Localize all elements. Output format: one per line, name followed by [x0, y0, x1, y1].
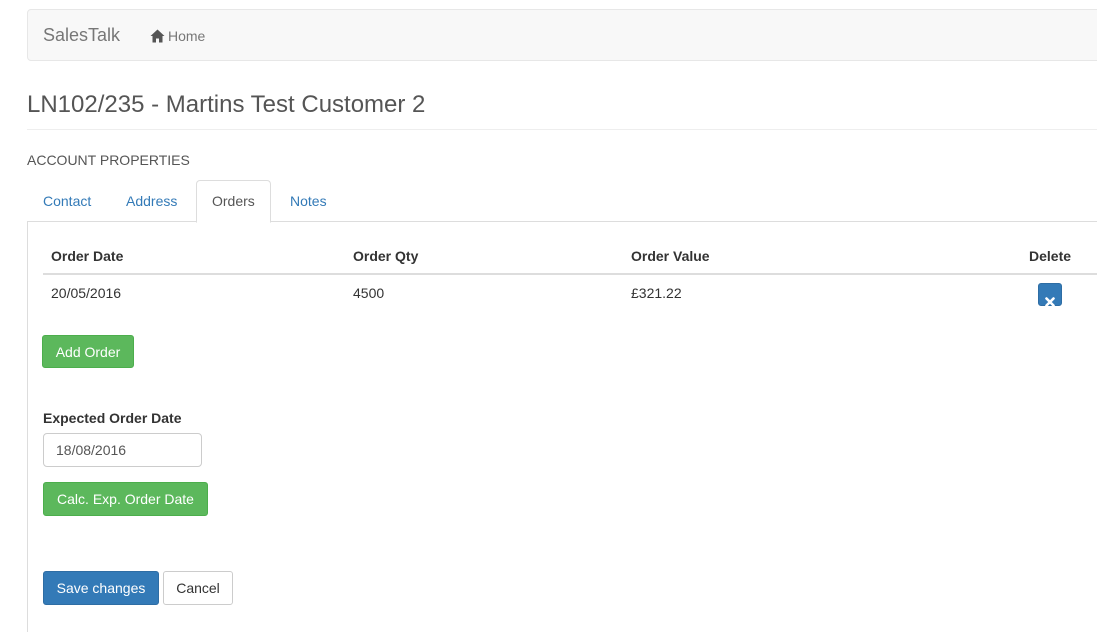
tab-contact[interactable]: Contact	[28, 180, 106, 222]
cell-order-qty: 4500	[353, 285, 385, 301]
tab-bar: Contact Address Orders Notes	[27, 180, 1097, 223]
expected-order-date-input[interactable]	[43, 433, 202, 467]
save-changes-button[interactable]: Save changes	[43, 571, 159, 605]
home-icon	[150, 29, 165, 43]
title-divider	[27, 129, 1097, 130]
column-header-delete: Delete	[1029, 248, 1072, 264]
cell-order-date: 20/05/2016	[51, 285, 122, 301]
cancel-button[interactable]: Cancel	[163, 571, 233, 605]
tab-address[interactable]: Address	[111, 180, 192, 222]
add-order-button[interactable]: Add Order	[42, 335, 134, 368]
cell-order-value: £321.22	[631, 285, 682, 301]
calc-expected-order-date-button[interactable]: Calc. Exp. Order Date	[43, 482, 208, 516]
page-title: LN102/235 - Martins Test Customer 2	[27, 91, 426, 118]
orders-table: Order Date Order Qty Order Value Delete …	[43, 238, 1097, 315]
top-navbar: SalesTalk Home	[27, 9, 1097, 61]
column-header-order-date: Order Date	[51, 248, 124, 264]
section-label: ACCOUNT PROPERTIES	[27, 152, 190, 168]
nav-home-link[interactable]: Home	[150, 27, 205, 45]
brand-logo[interactable]: SalesTalk	[43, 25, 120, 45]
expected-order-date-label: Expected Order Date	[43, 410, 182, 426]
delete-order-button[interactable]	[1038, 283, 1062, 307]
table-row: 20/05/2016 4500 £321.22	[43, 275, 1097, 315]
table-header: Order Date Order Qty Order Value Delete	[43, 238, 1097, 275]
column-header-order-qty: Order Qty	[353, 248, 419, 264]
remove-icon	[1045, 292, 1055, 312]
tab-orders[interactable]: Orders	[196, 180, 271, 223]
column-header-order-value: Order Value	[631, 248, 710, 264]
tab-notes[interactable]: Notes	[275, 180, 342, 222]
nav-home-label: Home	[168, 28, 206, 44]
